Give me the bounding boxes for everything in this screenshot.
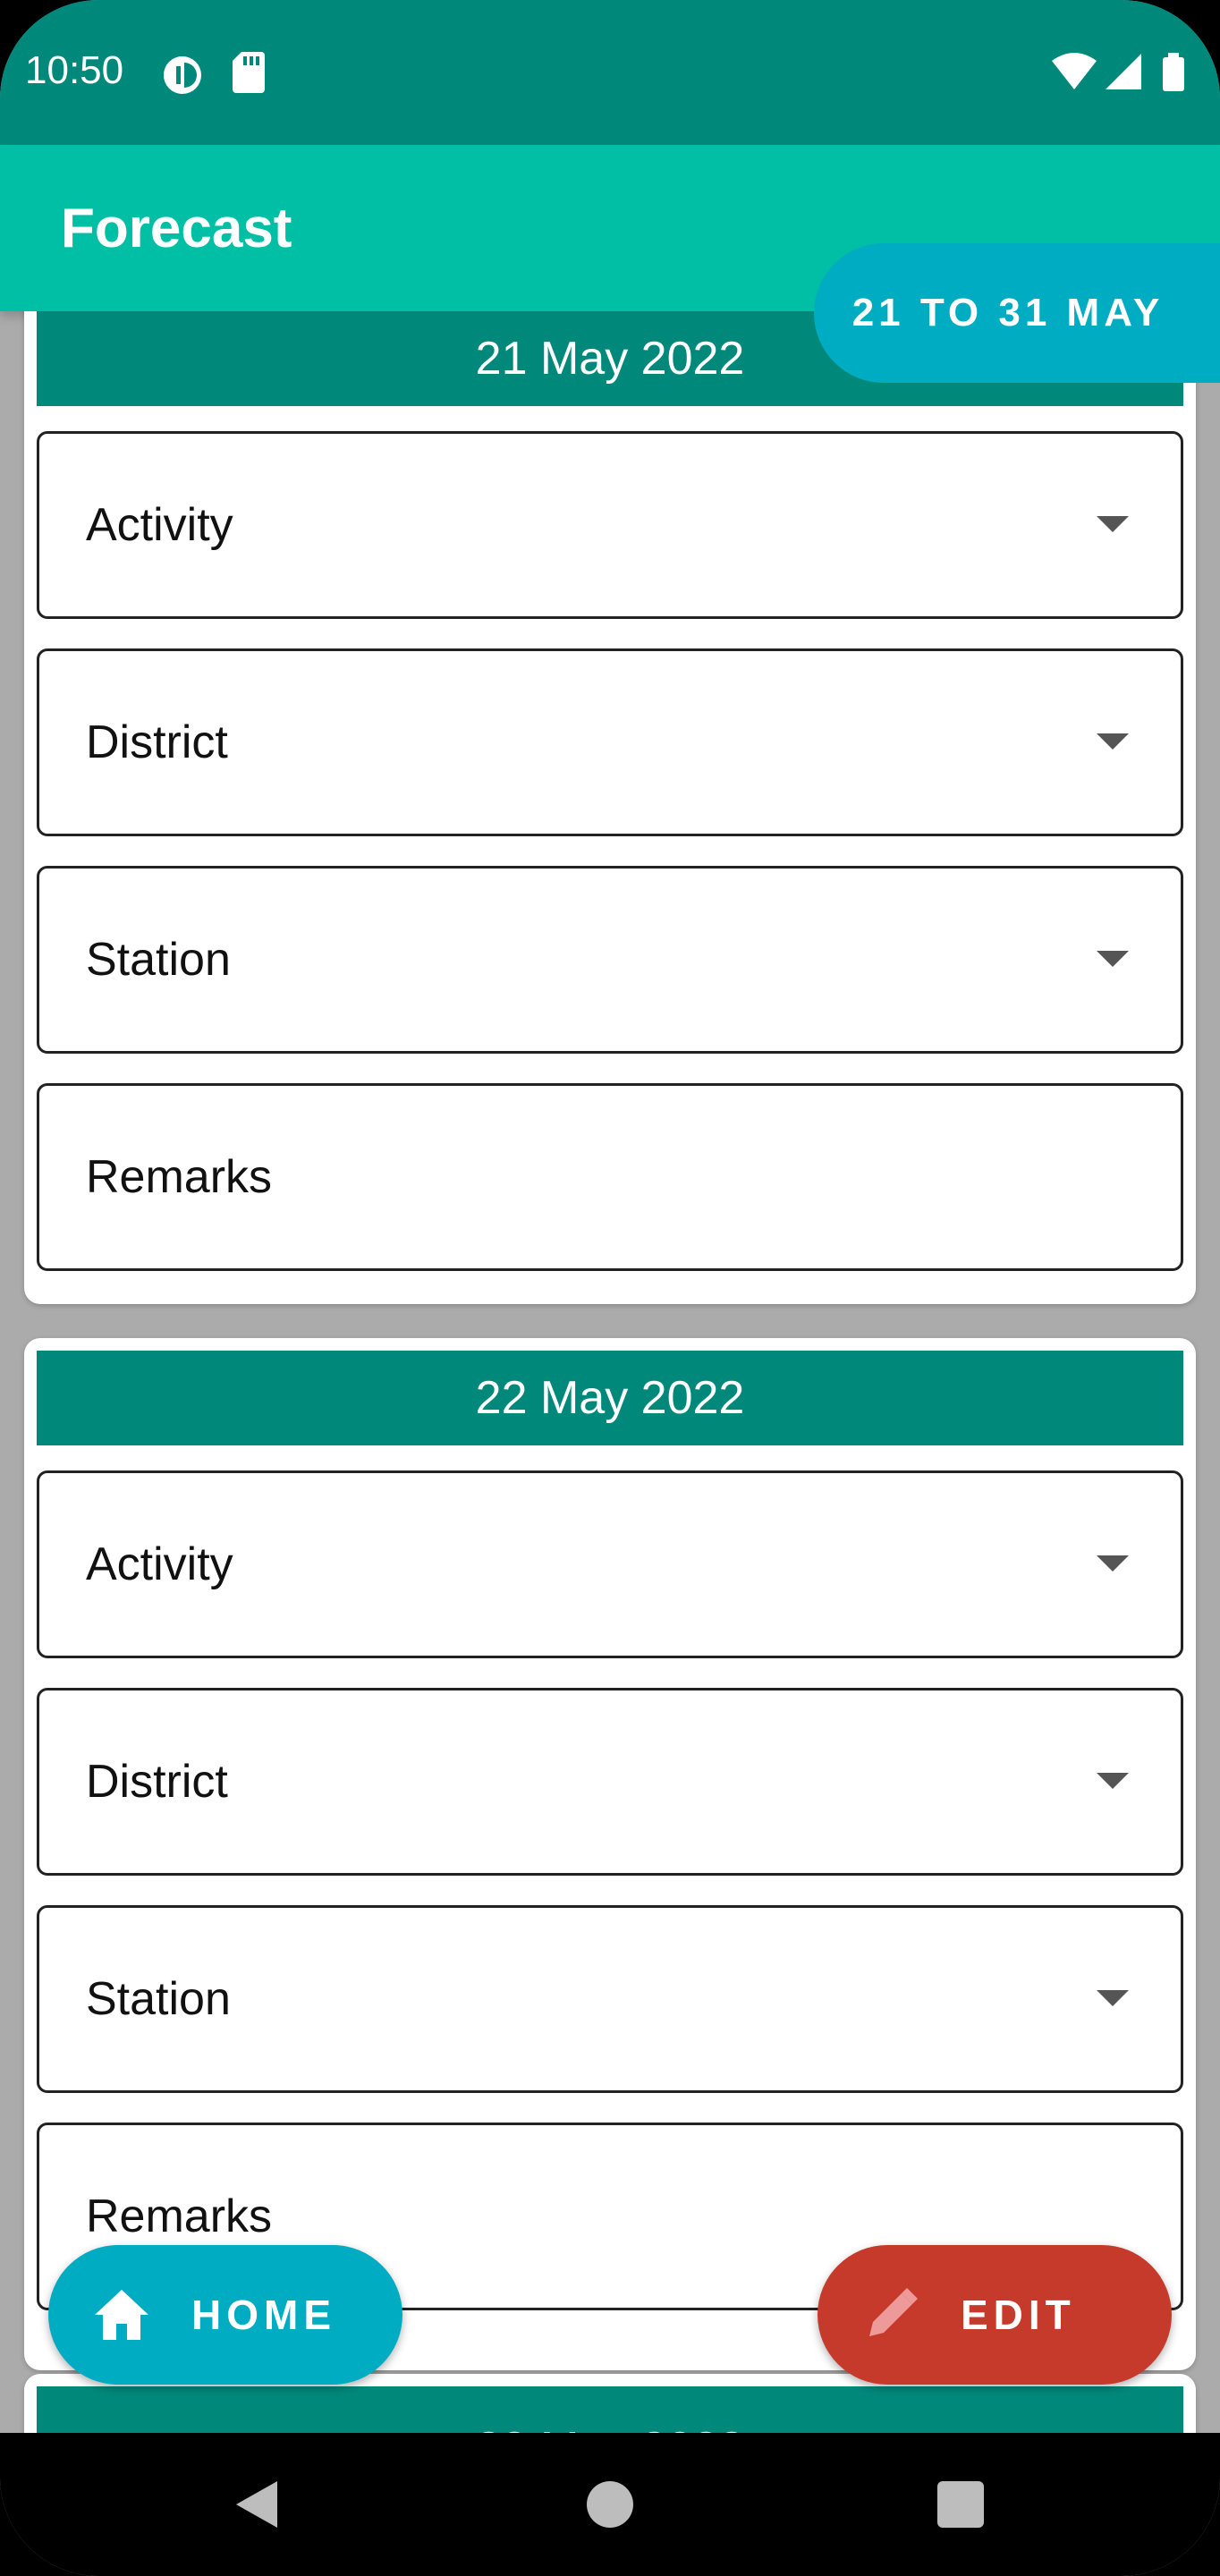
signal-icon: [1106, 54, 1141, 89]
home-button[interactable]: HOME: [48, 2245, 402, 2385]
field-label: District: [86, 1756, 228, 1808]
back-icon[interactable]: [231, 2478, 281, 2531]
forecast-list[interactable]: 21 May 2022 Activity District Station Re…: [0, 311, 1220, 2433]
home-button-label: HOME: [191, 2292, 336, 2338]
status-time: 10:50: [25, 48, 124, 92]
caret-down-icon: [1097, 516, 1129, 532]
edit-button[interactable]: EDIT: [818, 2245, 1172, 2385]
device-screen: 10:50 Forecast 21 TO 31 MAY 21 May 2022: [0, 0, 1220, 2576]
card-date-header: 22 May 2022: [37, 1351, 1183, 1445]
caret-down-icon: [1097, 1990, 1129, 2006]
home-icon: [95, 2290, 148, 2340]
card-date-header: 23 May 2022: [37, 2386, 1183, 2433]
recents-icon[interactable]: [937, 2481, 984, 2528]
caret-down-icon: [1097, 1555, 1129, 1572]
activity-dropdown[interactable]: Activity: [37, 1470, 1183, 1658]
field-label: Station: [86, 1973, 231, 2025]
caret-down-icon: [1097, 1773, 1129, 1789]
caret-down-icon: [1097, 733, 1129, 750]
activity-dropdown[interactable]: Activity: [37, 431, 1183, 619]
date-range-button[interactable]: 21 TO 31 MAY: [814, 243, 1220, 383]
field-label: Activity: [86, 499, 233, 551]
field-label: Activity: [86, 1538, 233, 1590]
district-dropdown[interactable]: District: [37, 1688, 1183, 1876]
status-bar: 10:50: [0, 0, 1220, 145]
status-right-icons: [1052, 53, 1184, 91]
sd-card-icon: [233, 52, 265, 93]
caret-down-icon: [1097, 951, 1129, 967]
battery-icon: [1163, 57, 1184, 91]
field-label: District: [86, 716, 228, 768]
navigation-bar: [0, 2433, 1220, 2576]
field-label: Station: [86, 934, 231, 986]
edit-button-label: EDIT: [961, 2292, 1076, 2338]
station-dropdown[interactable]: Station: [37, 1905, 1183, 2093]
field-label: Remarks: [86, 1151, 273, 1203]
forecast-card: 22 May 2022 Activity District Station Re…: [24, 1338, 1196, 2370]
page-title: Forecast: [61, 198, 292, 259]
data-saver-icon: [164, 56, 201, 94]
pencil-icon: [869, 2288, 918, 2336]
remarks-field[interactable]: Remarks: [37, 1083, 1183, 1271]
station-dropdown[interactable]: Station: [37, 866, 1183, 1054]
district-dropdown[interactable]: District: [37, 648, 1183, 836]
wifi-icon: [1052, 53, 1097, 89]
forecast-card: 21 May 2022 Activity District Station Re…: [24, 311, 1196, 1304]
home-nav-icon[interactable]: [587, 2481, 633, 2528]
